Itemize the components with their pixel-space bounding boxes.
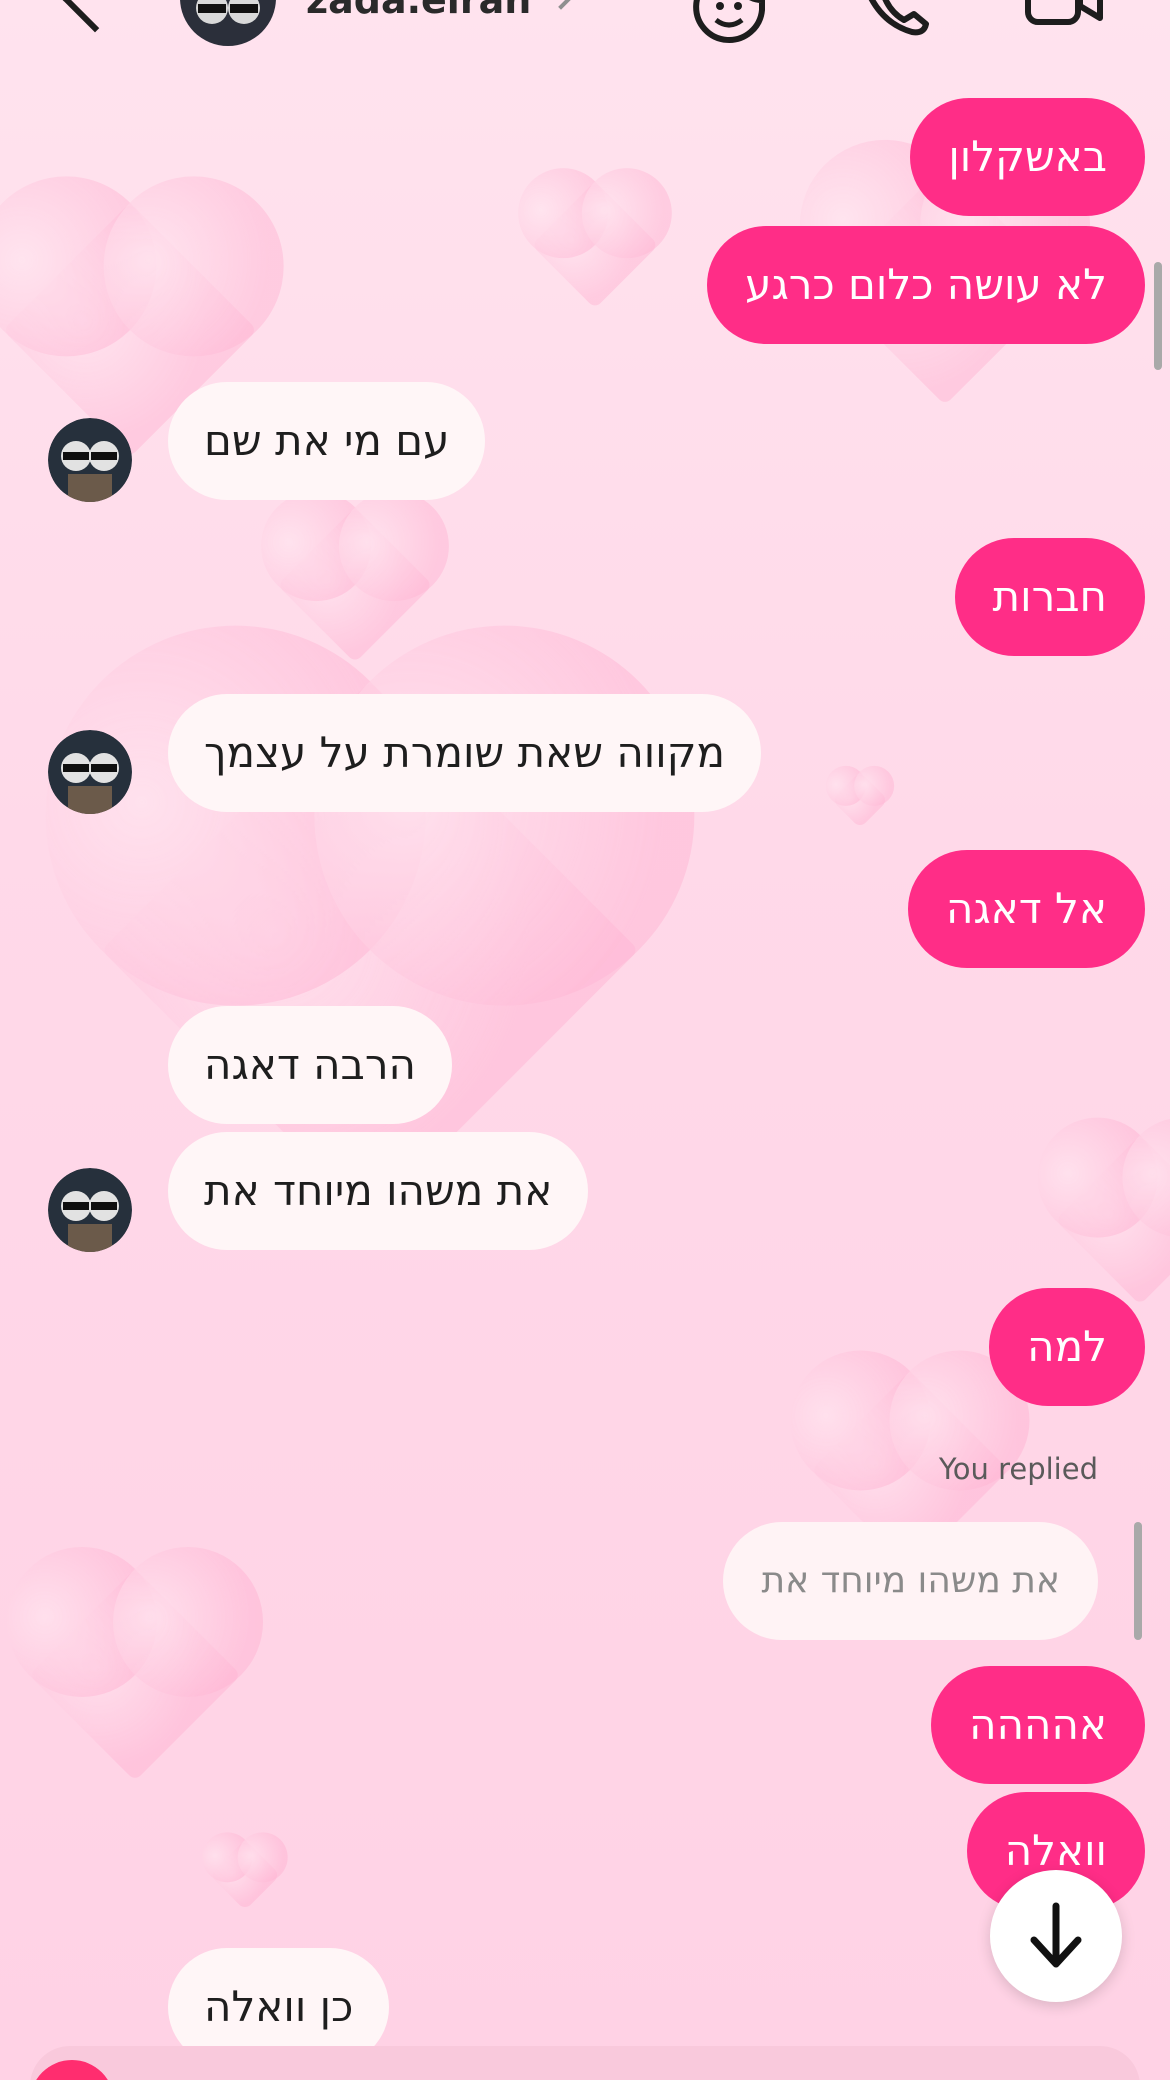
phone-icon[interactable] [862, 0, 932, 40]
contact-avatar[interactable] [48, 418, 132, 502]
back-icon[interactable] [59, 0, 131, 33]
sticker-icon[interactable] [692, 0, 766, 48]
chat-header: zada.elran [0, 0, 1170, 70]
header-avatar[interactable] [180, 0, 276, 46]
message-composer[interactable] [30, 2046, 1140, 2080]
outgoing-message[interactable]: אל דאגה [907, 850, 1145, 968]
chat-screen: zada.elran באשקלון לא עושה כלום כרגע עם … [0, 0, 1170, 2080]
contact-avatar[interactable] [48, 1168, 132, 1252]
heart-decoration [209, 1839, 281, 1911]
scroll-to-bottom-button[interactable] [990, 1870, 1122, 2002]
incoming-message[interactable]: עם מי את שם [168, 382, 486, 500]
chevron-right-icon[interactable] [548, 0, 574, 10]
incoming-message[interactable]: את משהו מיוחד את [168, 1132, 589, 1250]
header-username[interactable]: zada.elran [306, 0, 531, 22]
contact-avatar[interactable] [48, 730, 132, 814]
replied-label: You replied [938, 1452, 1098, 1486]
heart-decoration [28, 1568, 242, 1782]
outgoing-message[interactable]: באשקלון [910, 98, 1145, 216]
reply-quote-bar [1134, 1522, 1142, 1640]
heart-decoration [831, 771, 889, 829]
heart-decoration [1055, 1135, 1170, 1305]
scrollbar[interactable] [1154, 262, 1162, 370]
incoming-message[interactable]: מקווה שאת שומרת על עצמך [168, 694, 761, 812]
incoming-message[interactable]: הרבה דאגה [168, 1006, 452, 1124]
outgoing-message[interactable]: למה [989, 1288, 1145, 1406]
reply-quote[interactable]: את משהו מיוחד את [723, 1522, 1098, 1640]
outgoing-message[interactable]: אהההה [931, 1666, 1145, 1784]
arrow-down-icon [1030, 1902, 1082, 1968]
video-icon[interactable] [1024, 0, 1104, 34]
outgoing-message[interactable]: חברות [954, 538, 1145, 656]
outgoing-message[interactable]: לא עושה כלום כרגע [707, 226, 1145, 344]
heart-decoration [531, 181, 659, 309]
